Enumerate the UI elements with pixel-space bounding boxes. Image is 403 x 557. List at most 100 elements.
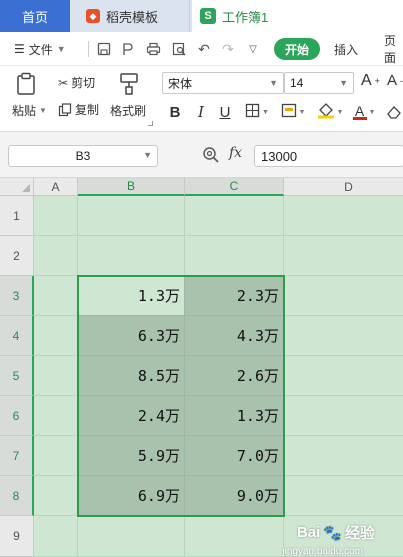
cell-b8[interactable]: 6.9万 bbox=[78, 476, 185, 516]
cell-b4[interactable]: 6.3万 bbox=[78, 316, 185, 356]
cell-a5[interactable] bbox=[34, 356, 78, 396]
bold-button[interactable]: B bbox=[166, 101, 184, 123]
chevron-down-icon: ▼ bbox=[143, 150, 152, 160]
cell-c8[interactable]: 9.0万 bbox=[185, 476, 284, 516]
cell-d6[interactable] bbox=[284, 396, 403, 436]
font-size-value: 14 bbox=[290, 76, 304, 90]
redo-icon[interactable]: ↷ bbox=[219, 40, 237, 58]
column-header-c[interactable]: C bbox=[185, 178, 284, 196]
undo-icon[interactable]: ↶ bbox=[195, 40, 213, 58]
tab-workbook[interactable]: S 工作簿1 bbox=[192, 0, 403, 32]
decrease-font-icon[interactable]: A- bbox=[387, 72, 403, 89]
font-color-icon: A bbox=[352, 104, 367, 120]
cell-a2[interactable] bbox=[34, 236, 78, 276]
font-color-button[interactable]: A ▼ bbox=[350, 101, 378, 123]
cell-c7[interactable]: 7.0万 bbox=[185, 436, 284, 476]
row-header-3[interactable]: 3 bbox=[0, 276, 34, 316]
cell-b7[interactable]: 5.9万 bbox=[78, 436, 185, 476]
customize-chevron-icon[interactable]: ▽ bbox=[244, 40, 262, 58]
cell-d3[interactable] bbox=[284, 276, 403, 316]
row-header-4[interactable]: 4 bbox=[0, 316, 34, 356]
watermark-brand: Bai bbox=[296, 524, 321, 541]
spreadsheet-grid[interactable]: A B C D 1 2 3 4 5 6 7 8 9 1.3万 2.3万 6.3万… bbox=[0, 178, 403, 557]
cell-c1[interactable] bbox=[185, 196, 284, 236]
row-header-7[interactable]: 7 bbox=[0, 436, 34, 476]
tab-templates[interactable]: ◆ 稻壳模板 bbox=[72, 0, 190, 32]
cell-c2[interactable] bbox=[185, 236, 284, 276]
increase-font-icon[interactable]: A + bbox=[361, 72, 380, 90]
print-icon[interactable] bbox=[144, 40, 162, 58]
cell-b2[interactable] bbox=[78, 236, 185, 276]
zoom-search-icon[interactable] bbox=[202, 146, 220, 164]
column-header-b[interactable]: B bbox=[78, 178, 185, 196]
tab-start[interactable]: 开始 bbox=[274, 38, 320, 60]
row-header-5[interactable]: 5 bbox=[0, 356, 34, 396]
cell-a1[interactable] bbox=[34, 196, 78, 236]
name-box[interactable]: B3 ▼ bbox=[8, 145, 158, 167]
tab-page-label: 页面 bbox=[384, 34, 397, 65]
tab-insert[interactable]: 插入 bbox=[334, 39, 358, 59]
format-painter-button[interactable]: 格式刷 bbox=[110, 102, 146, 119]
cell-c4[interactable]: 4.3万 bbox=[185, 316, 284, 356]
cell-c9[interactable] bbox=[185, 516, 284, 557]
cell-c6[interactable]: 1.3万 bbox=[185, 396, 284, 436]
row-3-label: 3 bbox=[12, 288, 20, 303]
save-icon[interactable] bbox=[95, 40, 113, 58]
column-header-a[interactable]: A bbox=[34, 178, 78, 196]
watermark-url: jingyan.baidu.com bbox=[282, 546, 363, 557]
italic-button[interactable]: I bbox=[192, 101, 210, 123]
cell-d4[interactable] bbox=[284, 316, 403, 356]
row-header-6[interactable]: 6 bbox=[0, 396, 34, 436]
cell-d5[interactable] bbox=[284, 356, 403, 396]
tab-page-layout[interactable]: 页面 bbox=[384, 34, 403, 65]
row-header-8[interactable]: 8 bbox=[0, 476, 34, 516]
font-family-select[interactable]: 宋体 ▼ bbox=[162, 72, 284, 94]
cell-a9[interactable] bbox=[34, 516, 78, 557]
eraser-icon[interactable] bbox=[384, 101, 403, 123]
print-preview-icon[interactable] bbox=[170, 40, 188, 58]
cell-c5[interactable]: 2.6万 bbox=[185, 356, 284, 396]
format-painter-icon[interactable] bbox=[118, 72, 140, 96]
copy-button[interactable]: 复制 bbox=[58, 101, 99, 118]
cell-a8[interactable] bbox=[34, 476, 78, 516]
menu-bar: ☰ 文件 ▼ ↶ ↷ ▽ 开始 插入 页面 bbox=[0, 32, 403, 66]
cell-b5[interactable]: 8.5万 bbox=[78, 356, 185, 396]
tab-bar: 首页 ◆ 稻壳模板 S 工作簿1 bbox=[0, 0, 403, 32]
cell-a4[interactable] bbox=[34, 316, 78, 356]
cell-b6[interactable]: 2.4万 bbox=[78, 396, 185, 436]
chevron-down-icon: ▼ bbox=[269, 78, 278, 88]
cell-d8[interactable] bbox=[284, 476, 403, 516]
export-icon[interactable] bbox=[119, 40, 137, 58]
row-header-9[interactable]: 9 bbox=[0, 516, 34, 557]
paste-button[interactable]: 粘贴 ▼ bbox=[12, 102, 47, 119]
scissors-icon: ✂ bbox=[58, 75, 69, 90]
cell-b9[interactable] bbox=[78, 516, 185, 557]
chevron-down-icon: ▼ bbox=[339, 78, 348, 88]
watermark-brand-2: 经验 bbox=[344, 525, 375, 542]
row-header-1[interactable]: 1 bbox=[0, 196, 34, 236]
fill-color-button[interactable]: ▼ bbox=[314, 101, 346, 123]
column-header-d[interactable]: D bbox=[284, 178, 403, 196]
cell-a7[interactable] bbox=[34, 436, 78, 476]
cell-a3[interactable] bbox=[34, 276, 78, 316]
row-header-2[interactable]: 2 bbox=[0, 236, 34, 276]
cell-b1[interactable] bbox=[78, 196, 185, 236]
cut-button[interactable]: ✂ 剪切 bbox=[58, 74, 95, 91]
borders-button[interactable]: ▼ bbox=[243, 101, 271, 123]
paste-icon[interactable] bbox=[16, 72, 38, 96]
cell-d2[interactable] bbox=[284, 236, 403, 276]
cell-b3[interactable]: 1.3万 bbox=[78, 276, 185, 316]
formula-input[interactable]: 13000 bbox=[254, 145, 403, 167]
tab-home[interactable]: 首页 bbox=[0, 0, 70, 32]
insert-function-button[interactable]: fx bbox=[229, 145, 242, 161]
cell-c3[interactable]: 2.3万 bbox=[185, 276, 284, 316]
font-size-select[interactable]: 14 ▼ bbox=[284, 72, 354, 94]
cell-a6[interactable] bbox=[34, 396, 78, 436]
file-menu[interactable]: ☰ 文件 ▼ bbox=[14, 39, 66, 59]
cell-style-button[interactable]: ▼ bbox=[278, 101, 308, 123]
clipboard-launcher-icon[interactable] bbox=[148, 121, 153, 126]
select-all-corner[interactable] bbox=[0, 178, 34, 196]
cell-d1[interactable] bbox=[284, 196, 403, 236]
underline-button[interactable]: U bbox=[216, 101, 234, 123]
cell-d7[interactable] bbox=[284, 436, 403, 476]
